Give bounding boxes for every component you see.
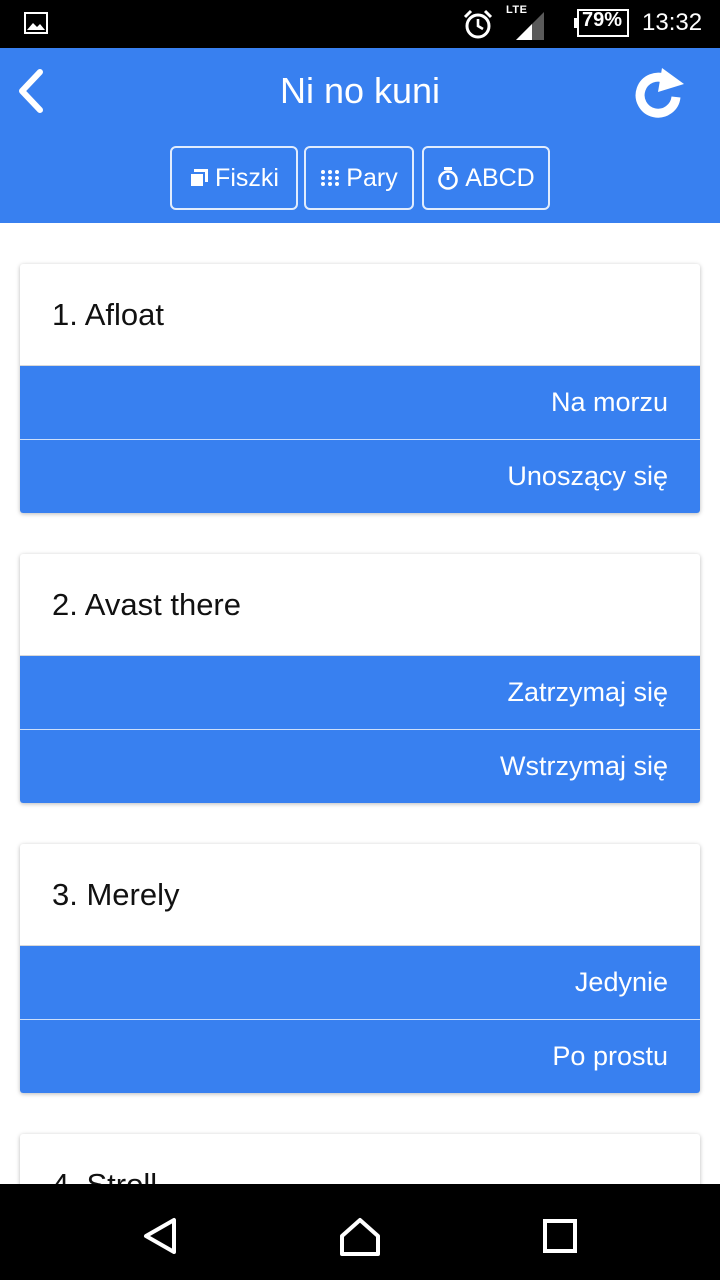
mode-button-abcd[interactable]: ABCD	[422, 146, 550, 210]
mode-button-fiszki[interactable]: Fiszki	[170, 146, 298, 210]
stopwatch-icon	[438, 167, 459, 190]
page-title: Ni no kuni	[279, 70, 441, 111]
clock: 13:32	[642, 9, 703, 36]
recent-apps-icon[interactable]	[536, 1212, 584, 1260]
cards-icon	[189, 169, 209, 188]
app-bar: Ni no kuni Fiszki Pary ABCD	[0, 48, 720, 223]
gallery-notification-icon	[24, 12, 48, 34]
status-bar: LTE 79% 13:32	[0, 0, 720, 48]
mode-button-pary[interactable]: Pary	[304, 146, 414, 210]
home-icon[interactable]	[336, 1212, 384, 1260]
answer-option[interactable]: Unoszący się	[20, 439, 700, 513]
answer-option[interactable]: Na morzu	[20, 366, 700, 439]
mode-button-label: ABCD	[465, 163, 535, 192]
grid-dots-icon	[321, 170, 340, 186]
answer-option[interactable]: Wstrzymaj się	[20, 729, 700, 803]
flashcard: 1. Afloat Na morzu Unoszący się	[20, 264, 700, 513]
battery-level: 79%	[582, 9, 623, 31]
mode-button-label: Fiszki	[215, 163, 279, 192]
flashcard: 3. Merely Jedynie Po prostu	[20, 844, 700, 1093]
system-nav-bar	[0, 1184, 720, 1280]
signal-icon	[516, 12, 544, 40]
card-question: 3. Merely	[20, 844, 700, 946]
answer-option[interactable]: Jedynie	[20, 946, 700, 1019]
card-question: 1. Afloat	[20, 264, 700, 366]
back-nav-icon[interactable]	[136, 1212, 184, 1260]
refresh-icon[interactable]	[628, 66, 692, 122]
flashcard: 2. Avast there Zatrzymaj się Wstrzymaj s…	[20, 554, 700, 803]
answer-option[interactable]: Zatrzymaj się	[20, 656, 700, 729]
answer-option[interactable]: Po prostu	[20, 1019, 700, 1093]
mode-button-label: Pary	[346, 163, 398, 192]
alarm-icon	[463, 9, 493, 39]
card-question: 2. Avast there	[20, 554, 700, 656]
